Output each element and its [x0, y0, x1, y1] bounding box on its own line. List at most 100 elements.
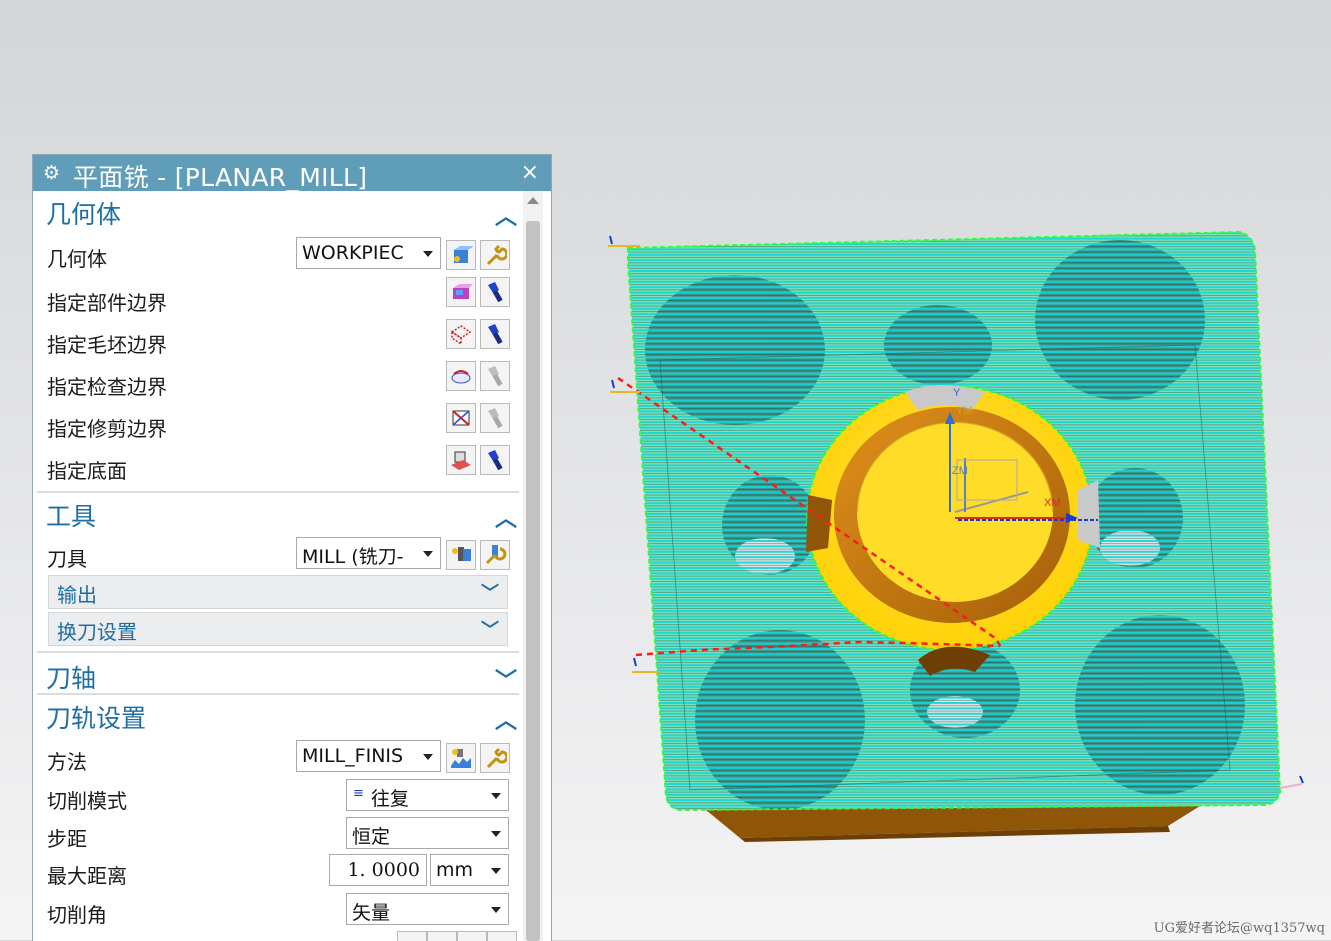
section-tool-title: 工具	[46, 502, 97, 531]
scroll-up-icon[interactable]	[527, 197, 539, 204]
cut-angle-select[interactable]: 矢量	[346, 893, 509, 925]
max-distance-unit-select[interactable]: mm	[430, 854, 509, 886]
chevron-down-icon	[423, 551, 433, 557]
divider	[37, 651, 519, 653]
method-select[interactable]: MILL_FINIS	[296, 740, 441, 772]
blank-boundary-icon	[450, 325, 472, 346]
cut-angle-value: 矢量	[352, 902, 391, 924]
edit-tool-button[interactable]	[480, 540, 510, 570]
check-boundary-label: 指定检查边界	[47, 375, 167, 399]
chevron-down-icon[interactable]: ﹀	[481, 579, 499, 605]
row-max-distance: 最大距离 1. 0000 mm	[37, 854, 523, 892]
row-cut-pattern: 切削模式 往复 ≡	[37, 779, 523, 817]
part-boundary-label: 指定部件边界	[47, 291, 167, 315]
display-trim-boundary-button[interactable]	[480, 403, 510, 433]
chevron-down-icon	[491, 868, 501, 874]
new-geometry-button[interactable]	[446, 240, 476, 270]
tool-select-value: MILL (铣刀-	[302, 546, 404, 568]
row-blank-boundary: 指定毛坯边界	[37, 319, 523, 361]
chevron-up-icon[interactable]: ︿	[495, 199, 517, 231]
dialog-body: 几何体 ︿ 几何体 WORKPIEC 指定部件边界 指定毛坯边界 指定检查边界 …	[33, 191, 523, 941]
floor-label: 指定底面	[47, 459, 127, 483]
close-button[interactable]: ×	[521, 160, 539, 185]
new-method-button[interactable]	[446, 743, 476, 773]
chevron-up-icon[interactable]: ︿	[495, 703, 517, 735]
flashlight-disabled-icon	[488, 408, 503, 429]
geometry-label: 几何体	[47, 247, 107, 271]
chevron-down-icon[interactable]: ﹀	[495, 663, 517, 695]
chevron-down-icon	[423, 251, 433, 257]
section-geometry-title: 几何体	[46, 200, 122, 229]
edit-method-button[interactable]	[480, 743, 510, 773]
method-select-value: MILL_FINIS	[302, 745, 404, 767]
output-label: 输出	[57, 583, 97, 607]
part-boundary-icon	[453, 284, 473, 299]
wrench-icon	[486, 747, 507, 769]
row-method: 方法 MILL_FINIS	[37, 740, 523, 778]
select-blank-boundary-button[interactable]	[446, 319, 476, 349]
max-distance-label: 最大距离	[47, 864, 127, 888]
chevron-down-icon	[491, 793, 501, 799]
new-tool-button[interactable]	[446, 540, 476, 570]
max-distance-input[interactable]: 1. 0000	[329, 854, 427, 886]
select-check-boundary-button[interactable]	[446, 361, 476, 391]
row-stepover: 步距 恒定	[37, 817, 523, 855]
scroll-thumb[interactable]	[526, 221, 540, 941]
row-tool: 刀具 MILL (铣刀-	[37, 537, 523, 575]
divider	[37, 491, 519, 493]
watermark-text: UG爱好者论坛@wq1357wq	[1153, 921, 1325, 936]
dialog-title: 平面铣 - [PLANAR_MILL]	[73, 163, 368, 192]
divider	[37, 693, 519, 695]
cut-pattern-select[interactable]: 往复 ≡	[346, 779, 509, 811]
section-geometry-header[interactable]: 几何体 ︿	[37, 193, 523, 233]
check-boundary-icon	[451, 370, 471, 384]
edit-tool-icon	[485, 545, 507, 565]
wrench-icon	[486, 244, 507, 266]
geometry-select[interactable]: WORKPIEC	[296, 237, 441, 269]
select-trim-boundary-button[interactable]	[446, 403, 476, 433]
chevron-down-icon	[423, 754, 433, 760]
stepover-label: 步距	[47, 827, 87, 851]
cut-pattern-label: 切削模式	[47, 789, 127, 813]
row-floor: 指定底面	[37, 445, 523, 487]
trim-boundary-label: 指定修剪边界	[47, 417, 167, 441]
display-check-boundary-button[interactable]	[480, 361, 510, 391]
new-method-icon	[451, 749, 471, 768]
axis-xm-label: XM	[1044, 497, 1061, 509]
row-geometry: 几何体 WORKPIEC	[37, 237, 523, 275]
chevron-up-icon[interactable]: ︿	[495, 501, 517, 533]
section-tool-header[interactable]: 工具 ︿	[37, 495, 523, 535]
flashlight-disabled-icon	[488, 366, 503, 387]
tool-select[interactable]: MILL (铣刀-	[296, 537, 441, 569]
dialog-scrollbar[interactable]	[523, 191, 543, 941]
select-part-boundary-button[interactable]	[446, 277, 476, 307]
row-trim-boundary: 指定修剪边界	[37, 403, 523, 445]
tool-change-label: 换刀设置	[57, 620, 137, 644]
cut-pattern-value: 往复	[371, 788, 410, 810]
display-part-boundary-button[interactable]	[480, 277, 510, 307]
tool-label: 刀具	[47, 547, 87, 571]
section-tool-axis-header[interactable]: 刀轴 ﹀	[37, 657, 523, 697]
section-path-settings-header[interactable]: 刀轨设置 ︿	[37, 697, 523, 737]
display-floor-button[interactable]	[480, 445, 510, 475]
axis-ym-label: YM	[956, 405, 973, 417]
section-path-settings-title: 刀轨设置	[46, 704, 147, 733]
display-blank-boundary-button[interactable]	[480, 319, 510, 349]
new-geometry-icon	[454, 246, 473, 263]
row-part-boundary: 指定部件边界	[37, 277, 523, 319]
new-tool-icon	[452, 547, 471, 561]
floor-icon	[451, 451, 471, 470]
select-floor-button[interactable]	[446, 445, 476, 475]
edit-geometry-button[interactable]	[480, 240, 510, 270]
row-cut-angle: 切削角 矢量	[37, 893, 523, 931]
max-distance-unit: mm	[436, 859, 474, 881]
stepover-select[interactable]: 恒定	[346, 817, 509, 849]
chevron-down-icon[interactable]: ﹀	[481, 616, 499, 642]
stepover-value: 恒定	[352, 826, 391, 848]
flashlight-icon	[488, 282, 503, 303]
planar-mill-dialog: ⚙ 平面铣 - [PLANAR_MILL] × 几何体 ︿ 几何体 WORKPI…	[32, 154, 552, 941]
section-tool-axis-title: 刀轴	[46, 664, 97, 693]
output-panel-header[interactable]: 输出 ﹀	[48, 575, 508, 609]
tool-change-panel-header[interactable]: 换刀设置 ﹀	[48, 612, 508, 646]
dialog-titlebar[interactable]: ⚙ 平面铣 - [PLANAR_MILL] ×	[33, 155, 551, 192]
